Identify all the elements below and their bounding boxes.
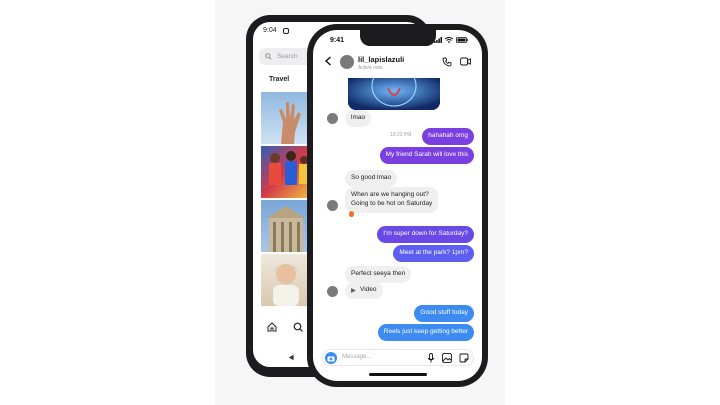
battery-icon: [456, 37, 468, 43]
explore-tile-people[interactable]: [261, 146, 311, 198]
search-icon[interactable]: [293, 322, 303, 332]
front-phone-screen: 9:41 lil_lapislazuli Active now lmao 10:: [313, 30, 482, 381]
back-status-bar: 9:04: [263, 27, 289, 34]
explore-tile-building[interactable]: [261, 200, 311, 252]
microphone-icon[interactable]: [427, 353, 435, 363]
back-search-placeholder: Search: [277, 53, 298, 60]
sender-avatar: [327, 113, 338, 124]
fire-reaction-icon: [349, 211, 354, 217]
message-bubble-super-down[interactable]: I'm super down for Saturday?: [377, 226, 474, 243]
sender-avatar: [327, 286, 338, 297]
explore-tile-hand[interactable]: [261, 92, 311, 144]
chat-header: lil_lapislazuli Active now: [313, 52, 482, 78]
message-bubble-meet-park[interactable]: Meet at the park? 1pm?: [393, 245, 474, 262]
status-time: 9:41: [330, 37, 345, 44]
message-bubble-sarah[interactable]: My friend Sarah will love this: [379, 147, 474, 164]
sender-avatar: [327, 200, 338, 211]
sticker-icon[interactable]: [459, 353, 469, 363]
message-bubble-lmao[interactable]: lmao: [345, 110, 372, 127]
explore-tile-woman[interactable]: [261, 254, 311, 306]
home-icon[interactable]: [267, 322, 277, 332]
message-bubble-good-stuff[interactable]: Good stuff today: [414, 305, 474, 322]
composer-icons: [427, 353, 469, 363]
message-bubble-hahahah[interactable]: hahahah omg: [422, 128, 474, 145]
instagram-small-icon: [282, 27, 289, 34]
video-label: Video: [360, 286, 377, 293]
front-phone: 9:41 lil_lapislazuli Active now lmao 10:: [307, 24, 488, 387]
chat-username[interactable]: lil_lapislazuli: [358, 55, 404, 64]
message-input[interactable]: Message...: [342, 354, 371, 360]
search-icon: [265, 53, 272, 60]
status-icons: [434, 37, 468, 43]
home-indicator: [369, 373, 427, 376]
message-bubble-video[interactable]: Video: [345, 282, 383, 299]
back-arrow-icon[interactable]: [324, 56, 332, 66]
video-camera-icon[interactable]: [460, 57, 471, 66]
phone-icon[interactable]: [442, 57, 452, 67]
shared-image[interactable]: [348, 78, 440, 110]
message-bubble-so-good[interactable]: So good lmao: [345, 170, 398, 187]
camera-icon[interactable]: [325, 352, 337, 364]
message-composer[interactable]: Message...: [322, 349, 474, 366]
notch: [360, 30, 436, 46]
chat-subtitle: Active now: [358, 65, 383, 71]
back-triangle-icon[interactable]: [288, 354, 295, 361]
message-bubble-hanging-out[interactable]: When are we hanging out? Going to be hot…: [345, 187, 439, 213]
wifi-icon: [445, 37, 453, 43]
avatar[interactable]: [340, 55, 354, 69]
back-status-time: 9:04: [263, 27, 277, 34]
stage: 9:04 Search Travel 9:41 lil_lapislazuli …: [0, 0, 720, 405]
message-timestamp: 10:23 PM: [390, 132, 412, 138]
message-bubble-reels[interactable]: Reels just keep getting better: [377, 324, 474, 341]
tab-travel[interactable]: Travel: [269, 76, 289, 83]
message-bubble-seeya[interactable]: Perfect seeya then: [345, 266, 412, 283]
play-icon: [351, 287, 356, 293]
gallery-icon[interactable]: [442, 353, 452, 363]
